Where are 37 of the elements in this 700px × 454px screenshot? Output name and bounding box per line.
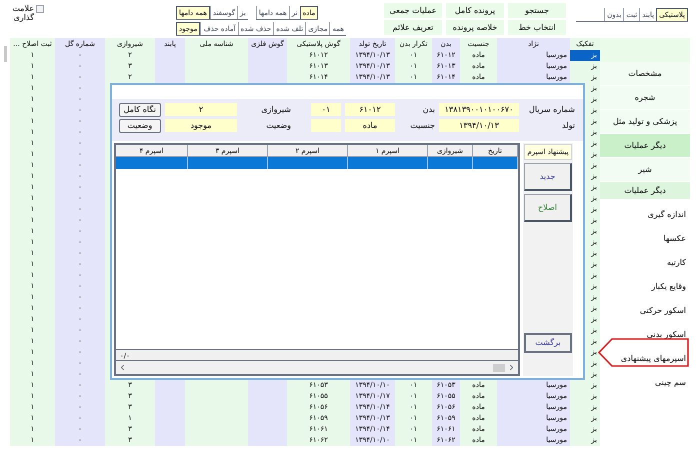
grid-row[interactable] [116,157,518,169]
action-button[interactable]: انتخاب خط [508,20,566,35]
edit-button[interactable]: اصلاح [524,194,572,222]
action-button[interactable]: عملیات جمعی [384,3,442,18]
scroll-left-icon[interactable] [118,363,127,372]
sidebar-section[interactable]: پزشکی و تولید مثل [600,110,690,134]
field-label: جنسیت [409,120,435,132]
scroll-thumb[interactable] [493,364,505,372]
sidebar-header[interactable]: دیگر عملیات [600,182,690,200]
empty-field [311,119,341,132]
field-label: شیروازی [260,104,291,116]
mark-checkbox-label: علامت گذاری [11,4,34,22]
action-button[interactable]: خلاصه پرونده [446,20,504,35]
sidebar-section[interactable]: شجره [600,86,690,110]
dialog-button[interactable]: وضعیت [118,119,161,133]
sidebar-section[interactable]: شیر [600,158,690,182]
field-label: بدن [422,104,435,116]
value-field: ۶۱۰۱۲ [345,103,395,116]
horizontal-scrollbar[interactable] [116,361,518,374]
back-button[interactable]: برگشت [524,333,572,353]
action-button[interactable]: تعریف علائم [384,20,442,35]
value-field: موجود [165,119,237,132]
action-button[interactable]: پرونده کامل [446,3,504,18]
value-field: ۱۳۸۱۳۹۰۰۱۰۱۰۰۶۷۰ [439,103,519,116]
value-field: ۲ [165,103,237,116]
sidebar-section[interactable]: مشخصات [600,62,690,86]
sidebar-header[interactable]: دیگر عملیات [600,134,690,158]
new-button[interactable]: جدید [524,163,572,191]
action-button[interactable]: جستجو [508,3,566,18]
field-label: وضعیت [265,120,291,132]
value-field: ۱۳۹۴/۱۰/۱۳ [439,119,519,132]
value-field: ۰۱ [311,103,341,116]
scroll-right-icon[interactable] [507,363,516,372]
dialog-button[interactable]: نگاه کامل [118,103,161,117]
vertical-scrollbar[interactable] [4,46,6,62]
mark-checkbox[interactable] [36,5,44,13]
value-field: ماده [345,119,395,132]
